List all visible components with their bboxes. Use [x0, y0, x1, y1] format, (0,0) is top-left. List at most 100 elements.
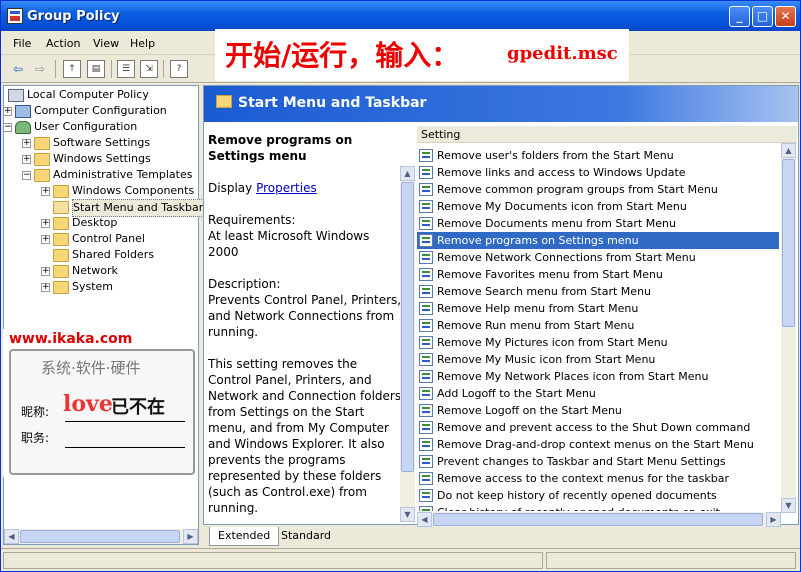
tree-item-label: Local Computer Policy — [27, 88, 149, 101]
scroll-down-icon[interactable]: ▼ — [400, 507, 415, 522]
title-label: 职务: — [21, 431, 50, 445]
tree-item[interactable]: + Windows Components — [4, 183, 198, 199]
back-arrow-icon[interactable]: ⇦ — [9, 60, 27, 78]
policy-setting-icon — [419, 455, 433, 468]
tree-item[interactable]: + Computer Configuration — [3, 103, 198, 119]
expand-icon[interactable]: + — [3, 107, 12, 116]
policy-setting-item[interactable]: Remove Documents menu from Start Menu — [417, 215, 779, 232]
tree-item[interactable]: − User Configuration — [3, 119, 198, 135]
menu-file[interactable]: File — [13, 37, 31, 50]
policy-setting-item[interactable]: Remove access to the context menus for t… — [417, 470, 779, 487]
expand-icon[interactable]: + — [41, 235, 50, 244]
tree-item[interactable]: Local Computer Policy — [4, 87, 198, 103]
tree-item[interactable]: + Network — [4, 263, 198, 279]
expand-icon[interactable]: + — [41, 267, 50, 276]
list-horizontal-scrollbar[interactable]: ◀ ▶ — [417, 512, 781, 527]
policy-setting-item[interactable]: Remove Run menu from Start Menu — [417, 317, 779, 334]
expand-icon[interactable]: + — [41, 187, 50, 196]
policy-setting-item[interactable]: Remove My Network Places icon from Start… — [417, 368, 779, 385]
expand-icon[interactable]: + — [22, 139, 31, 148]
close-button[interactable]: ✕ — [775, 6, 796, 27]
policy-setting-item[interactable]: Prevent changes to Taskbar and Start Men… — [417, 453, 779, 470]
tree-item[interactable]: + Desktop — [4, 215, 198, 231]
tree-item[interactable]: − Administrative Templates — [4, 167, 198, 183]
tree-horizontal-scrollbar[interactable]: ◀ ▶ — [4, 529, 198, 544]
scroll-thumb[interactable] — [20, 530, 180, 543]
folder-icon — [53, 249, 69, 262]
properties-link[interactable]: Properties — [256, 181, 317, 195]
expand-icon[interactable]: + — [41, 219, 50, 228]
tree-item[interactable]: + Control Panel — [4, 231, 198, 247]
policy-setting-label: Remove Help menu from Start Menu — [437, 302, 639, 315]
title-bar[interactable]: Group Policy _ □ ✕ — [1, 1, 800, 31]
expand-icon[interactable]: + — [22, 155, 31, 164]
scroll-thumb[interactable] — [401, 182, 414, 472]
policy-setting-icon — [419, 200, 433, 213]
policy-setting-label: Remove My Documents icon from Start Menu — [437, 200, 687, 213]
description-vertical-scrollbar[interactable]: ▲ ▼ — [400, 166, 415, 522]
collapse-icon[interactable]: − — [3, 123, 12, 132]
policy-setting-item[interactable]: Remove user's folders from the Start Men… — [417, 147, 779, 164]
policy-setting-item[interactable]: Remove Search menu from Start Menu — [417, 283, 779, 300]
instruction-overlay: 开始/运行，输入： gpedit.msc — [215, 29, 629, 81]
policy-setting-item[interactable]: Remove and prevent access to the Shut Do… — [417, 419, 779, 436]
tree-item[interactable]: Start Menu and Taskbar — [4, 199, 205, 217]
tree-item-label: Control Panel — [72, 232, 145, 245]
policy-setting-item[interactable]: Remove Drag-and-drop context menus on th… — [417, 436, 779, 453]
tab-extended[interactable]: Extended — [209, 527, 280, 546]
policy-setting-item[interactable]: Remove Help menu from Start Menu — [417, 300, 779, 317]
tree-item[interactable]: Shared Folders — [4, 247, 198, 263]
policy-setting-item[interactable]: Remove My Music icon from Start Menu — [417, 351, 779, 368]
group-policy-window: Group Policy _ □ ✕ File Action View Help… — [0, 0, 801, 572]
scroll-up-icon[interactable]: ▲ — [781, 143, 796, 158]
tree-item[interactable]: + Windows Settings — [4, 151, 198, 167]
banner-title: Start Menu and Taskbar — [238, 95, 427, 111]
tree-item-label: Windows Components — [72, 184, 195, 197]
details-banner: Start Menu and Taskbar — [204, 86, 798, 122]
tree-item-label: System — [72, 280, 114, 293]
policy-setting-item[interactable]: Remove My Pictures icon from Start Menu — [417, 334, 779, 351]
export-list-icon[interactable]: ⇲ — [140, 60, 158, 78]
help-icon[interactable]: ? — [170, 60, 188, 78]
scroll-right-icon[interactable]: ▶ — [183, 529, 198, 544]
menu-view[interactable]: View — [93, 37, 119, 50]
scroll-up-icon[interactable]: ▲ — [400, 166, 415, 181]
maximize-button[interactable]: □ — [752, 6, 773, 27]
overlay-instruction-text: 开始/运行，输入： — [225, 39, 460, 72]
policy-setting-label: Add Logoff to the Start Menu — [437, 387, 596, 400]
window-title: Group Policy — [27, 9, 120, 24]
scroll-left-icon[interactable]: ◀ — [417, 512, 432, 527]
setting-column-header[interactable]: Setting — [417, 126, 797, 143]
minimize-button[interactable]: _ — [729, 6, 750, 27]
policy-setting-item[interactable]: Clear history of recently opened documen… — [417, 504, 779, 511]
policy-setting-item[interactable]: Do not keep history of recently opened d… — [417, 487, 779, 504]
scroll-right-icon[interactable]: ▶ — [766, 512, 781, 527]
policy-setting-item[interactable]: Remove My Documents icon from Start Menu — [417, 198, 779, 215]
menu-help[interactable]: Help — [130, 37, 155, 50]
menu-action[interactable]: Action — [46, 37, 80, 50]
show-hide-tree-icon[interactable]: ▤ — [87, 60, 105, 78]
properties-icon[interactable]: ☰ — [117, 60, 135, 78]
expand-icon[interactable]: + — [41, 283, 50, 292]
tree-item[interactable]: + System — [4, 279, 198, 295]
policy-setting-item[interactable]: Remove links and access to Windows Updat… — [417, 164, 779, 181]
forward-arrow-icon[interactable]: ⇨ — [31, 60, 49, 78]
scroll-left-icon[interactable]: ◀ — [4, 529, 19, 544]
policy-setting-icon — [419, 319, 433, 332]
policy-setting-item[interactable]: Remove Favorites menu from Start Menu — [417, 266, 779, 283]
collapse-icon[interactable]: − — [22, 171, 31, 180]
scroll-down-icon[interactable]: ▼ — [781, 498, 796, 513]
list-vertical-scrollbar[interactable]: ▲ ▼ — [781, 143, 796, 513]
scroll-thumb[interactable] — [782, 159, 795, 327]
policy-setting-icon — [419, 149, 433, 162]
policy-setting-item[interactable]: Remove Logoff on the Start Menu — [417, 402, 779, 419]
scroll-thumb[interactable] — [433, 513, 763, 526]
policy-setting-item[interactable]: Add Logoff to the Start Menu — [417, 385, 779, 402]
policy-setting-label: Remove My Pictures icon from Start Menu — [437, 336, 668, 349]
policy-setting-item[interactable]: Remove Network Connections from Start Me… — [417, 249, 779, 266]
tree-item[interactable]: + Software Settings — [4, 135, 198, 151]
up-folder-icon[interactable]: ↑ — [63, 60, 81, 78]
policy-setting-item[interactable]: Remove programs on Settings menu — [417, 232, 779, 249]
policy-setting-item[interactable]: Remove common program groups from Start … — [417, 181, 779, 198]
tab-standard[interactable]: Standard — [273, 527, 339, 546]
